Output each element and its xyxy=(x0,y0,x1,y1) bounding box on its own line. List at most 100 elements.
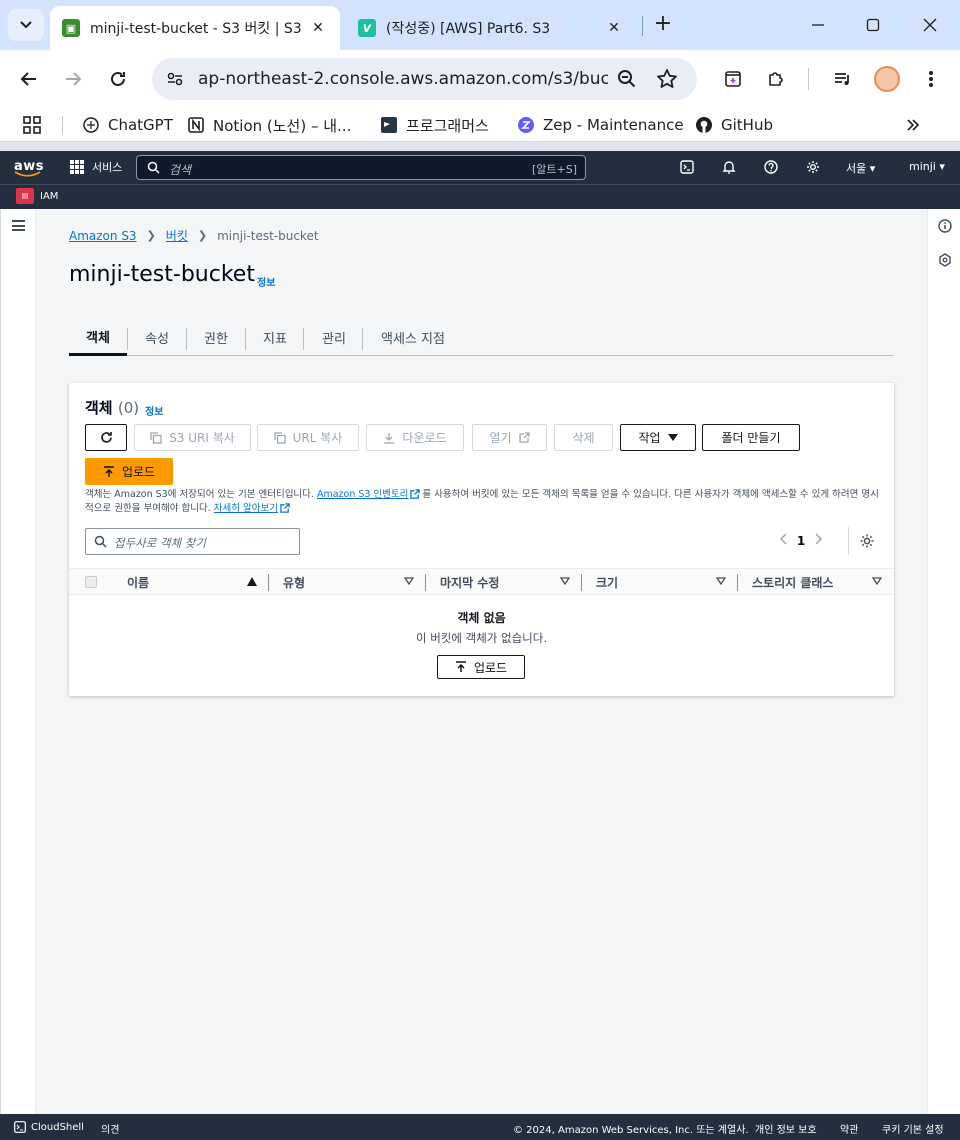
download-button[interactable]: 다운로드 xyxy=(366,424,464,451)
column-divider xyxy=(581,574,582,591)
copy-s3-uri-button[interactable]: S3 URI 복사 xyxy=(134,424,251,451)
cloudshell-icon[interactable] xyxy=(679,159,695,175)
tab-management[interactable]: 관리 xyxy=(322,319,346,355)
caret-down-icon xyxy=(667,434,678,441)
tab-properties[interactable]: 속성 xyxy=(145,319,169,355)
s3-favicon-icon: ▣ xyxy=(62,19,80,37)
chevron-left-icon[interactable] xyxy=(779,533,789,548)
select-all-checkbox[interactable] xyxy=(85,576,97,588)
extension-icon[interactable] xyxy=(720,66,746,92)
copy-icon xyxy=(273,431,286,444)
breadcrumb-buckets[interactable]: 버킷 xyxy=(166,227,188,244)
column-last-modified[interactable]: 마지막 수정 xyxy=(440,574,499,591)
bookmark-programmers[interactable]: 프로그래머스 xyxy=(380,114,489,136)
hexagon-icon[interactable] xyxy=(938,253,952,267)
media-control-icon[interactable] xyxy=(830,66,856,92)
upload-button[interactable]: 업로드 xyxy=(85,458,173,485)
search-icon xyxy=(94,535,107,548)
column-size[interactable]: 크기 xyxy=(596,574,618,591)
zoom-icon[interactable] xyxy=(616,68,638,90)
browser-tab[interactable]: v (작성중) [AWS] Part6. S3 ✕ xyxy=(346,6,636,50)
objects-info-link[interactable]: 정보 xyxy=(145,403,163,418)
help-icon[interactable] xyxy=(763,159,779,175)
services-menu[interactable]: 서비스 xyxy=(70,159,122,175)
object-prefix-search[interactable]: 접두사로 객체 찾기 xyxy=(85,528,300,555)
tab-permissions[interactable]: 권한 xyxy=(204,319,228,355)
search-icon xyxy=(147,161,160,174)
inventory-link[interactable]: Amazon S3 인벤토리 xyxy=(317,489,408,500)
sort-caret-icon[interactable] xyxy=(716,577,726,585)
column-type[interactable]: 유형 xyxy=(283,574,305,591)
sort-caret-icon[interactable] xyxy=(872,577,882,585)
create-folder-button[interactable]: 폴더 만들기 xyxy=(702,424,800,451)
breadcrumb-amazon-s3[interactable]: Amazon S3 xyxy=(69,229,137,243)
browser-menu-icon[interactable] xyxy=(918,66,944,92)
bookmark-star-icon[interactable] xyxy=(656,68,678,90)
column-storage-class[interactable]: 스토리지 클래스 xyxy=(752,574,833,591)
empty-state-upload-button[interactable]: 업로드 xyxy=(437,655,525,679)
close-tab-icon[interactable]: ✕ xyxy=(306,20,330,36)
privacy-link[interactable]: 개인 정보 보호 xyxy=(755,1121,817,1136)
terms-link[interactable]: 약관 xyxy=(840,1121,858,1136)
tab-search-button[interactable] xyxy=(8,9,44,41)
aws-logo[interactable]: aws xyxy=(14,155,44,179)
extensions-puzzle-icon[interactable] xyxy=(763,66,789,92)
page-number[interactable]: 1 xyxy=(789,534,813,548)
tab-metrics[interactable]: 지표 xyxy=(263,319,287,355)
address-bar[interactable]: ap-northeast-2.console.aws.amazon.com/s3… xyxy=(152,58,697,100)
new-tab-button[interactable]: + xyxy=(650,12,676,38)
button-label: 폴더 만들기 xyxy=(721,431,781,445)
actions-dropdown[interactable]: 작업 xyxy=(620,424,696,451)
bookmark-zep[interactable]: Zep - Maintenance xyxy=(517,114,684,136)
objects-table-header: 이름 유형 마지막 수정 크기 스토리지 클래스 xyxy=(69,568,894,595)
objects-description: 객체는 Amazon S3에 저장되어 있는 기본 엔터티입니다. Amazon… xyxy=(85,488,880,516)
description-text: 객체는 Amazon S3에 저장되어 있는 기본 엔터티입니다. xyxy=(85,489,317,500)
window-close-icon[interactable] xyxy=(917,12,943,38)
open-button[interactable]: 열기 xyxy=(472,424,547,451)
bucket-tabs: 객체 속성 권한 지표 관리 액세스 지점 xyxy=(69,319,894,356)
chevron-right-icon[interactable] xyxy=(813,533,823,548)
sort-caret-icon[interactable] xyxy=(560,577,570,585)
favorite-iam[interactable]: ▤ IAM xyxy=(16,188,58,204)
reload-button[interactable] xyxy=(103,64,133,94)
table-settings-gear-icon[interactable] xyxy=(859,533,875,549)
account-menu[interactable]: minji ▾ xyxy=(909,160,945,173)
aws-search-input[interactable]: 검색 [알트+S] xyxy=(136,155,586,180)
maximize-icon[interactable] xyxy=(860,12,886,38)
copy-url-button[interactable]: URL 복사 xyxy=(257,424,359,451)
back-button[interactable] xyxy=(14,64,44,94)
site-settings-icon[interactable] xyxy=(164,68,186,90)
region-selector[interactable]: 서울 ▾ xyxy=(846,160,875,176)
learn-more-link[interactable]: 자세히 알아보기 xyxy=(214,503,278,514)
bookmark-label: GitHub xyxy=(721,116,773,134)
info-icon[interactable] xyxy=(938,219,952,233)
profile-avatar[interactable] xyxy=(874,66,900,92)
feedback-link[interactable]: 의견 xyxy=(101,1121,119,1136)
settings-gear-icon[interactable] xyxy=(805,159,821,175)
menu-icon[interactable] xyxy=(12,220,25,231)
cloudshell-button[interactable]: CloudShell xyxy=(14,1121,84,1133)
sort-ascending-icon[interactable] xyxy=(247,577,257,586)
bookmark-github[interactable]: GitHub xyxy=(695,114,773,136)
refresh-button[interactable] xyxy=(85,424,127,451)
sort-caret-icon[interactable] xyxy=(404,577,414,585)
more-bookmarks-icon[interactable] xyxy=(906,114,920,136)
tab-objects[interactable]: 객체 xyxy=(69,319,127,356)
forward-button[interactable] xyxy=(58,64,88,94)
apps-grid-icon[interactable] xyxy=(22,114,42,136)
column-name[interactable]: 이름 xyxy=(127,574,149,591)
bookmark-chatgpt[interactable]: ChatGPT xyxy=(82,114,173,136)
search-shortcut: [알트+S] xyxy=(531,163,577,176)
close-tab-icon[interactable]: ✕ xyxy=(602,20,626,36)
tab-access-points[interactable]: 액세스 지점 xyxy=(381,319,445,355)
minimize-icon[interactable] xyxy=(805,12,831,38)
button-label: 다운로드 xyxy=(402,431,447,445)
button-label: 작업 xyxy=(638,431,661,445)
bookmark-notion[interactable]: Notion (노선) – 내... xyxy=(187,114,351,136)
browser-tab-active[interactable]: ▣ minji-test-bucket - S3 버킷 | S3 ✕ xyxy=(50,6,340,50)
cookie-preferences-link[interactable]: 쿠키 기본 설정 xyxy=(882,1121,944,1136)
delete-button[interactable]: 삭제 xyxy=(554,424,613,451)
chevron-right-icon: ❯ xyxy=(197,229,208,242)
notifications-bell-icon[interactable] xyxy=(721,159,737,175)
page-info-link[interactable]: 정보 xyxy=(257,274,275,289)
